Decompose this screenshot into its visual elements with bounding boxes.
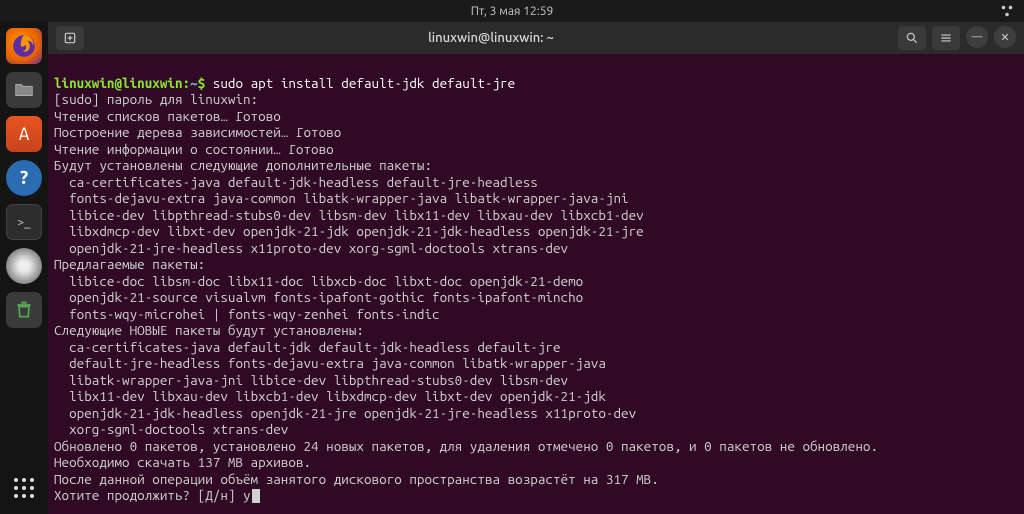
terminal-line: ca-certificates-java default-jdk default…: [54, 339, 1018, 356]
terminal-line: openjdk-21-jdk-headless openjdk-21-jre o…: [54, 405, 1018, 422]
terminal-line: fonts-dejavu-extra java-common libatk-wr…: [54, 190, 1018, 207]
terminal-line: libice-doc libsm-doc libx11-doc libxcb-d…: [54, 273, 1018, 290]
dock-terminal[interactable]: >_: [6, 204, 42, 240]
terminal-line: libice-dev libpthread-stubs0-dev libsm-d…: [54, 207, 1018, 224]
terminal-line: Чтение списков пакетов… Готово: [54, 108, 1018, 125]
firefox-icon: [11, 33, 37, 59]
search-button[interactable]: [898, 26, 926, 50]
terminal-window: linuxwin@linuxwin: ~ — ✕ linuxwin@linuxw…: [48, 22, 1024, 514]
hamburger-icon: [939, 31, 953, 45]
dock-apps-grid[interactable]: [6, 470, 42, 506]
menu-button[interactable]: [932, 26, 960, 50]
window-titlebar[interactable]: linuxwin@linuxwin: ~ — ✕: [48, 22, 1024, 54]
minimize-button[interactable]: —: [966, 26, 988, 48]
terminal-line: xorg-sgml-doctools xtrans-dev: [54, 421, 1018, 438]
terminal-output[interactable]: linuxwin@linuxwin:~$ sudo apt install de…: [48, 54, 1024, 514]
terminal-line: Обновлено 0 пакетов, установлено 24 новы…: [54, 438, 1018, 455]
bag-icon: A: [19, 124, 29, 144]
terminal-line: Предлагаемые пакеты:: [54, 256, 1018, 273]
close-icon: ✕: [1000, 31, 1009, 44]
prompt-path: ~: [190, 75, 198, 91]
terminal-line: Будут установлены следующие дополнительн…: [54, 157, 1018, 174]
system-topbar: Пт, 3 мая 12:59: [0, 0, 1024, 22]
apps-grid-icon: [12, 476, 36, 500]
terminal-line: fonts-wqy-microhei | fonts-wqy-zenhei fo…: [54, 306, 1018, 323]
system-tray[interactable]: [1000, 4, 1014, 18]
clock[interactable]: Пт, 3 мая 12:59: [471, 5, 553, 18]
new-tab-button[interactable]: [56, 26, 84, 50]
window-title: linuxwin@linuxwin: ~: [92, 31, 890, 45]
prompt-user: linuxwin@linuxwin: [54, 75, 183, 91]
terminal-line: openjdk-21-source visualvm fonts-ipafont…: [54, 289, 1018, 306]
search-icon: [905, 31, 919, 45]
terminal-line: Необходимо скачать 137 MB архивов.: [54, 454, 1018, 471]
terminal-line: libx11-dev libxau-dev libxcb1-dev libxdm…: [54, 388, 1018, 405]
dock-trash[interactable]: [6, 292, 42, 328]
minimize-icon: —: [972, 31, 983, 43]
folder-icon: [13, 79, 35, 101]
terminal-line: Следующие НОВЫЕ пакеты будут установлены…: [54, 322, 1018, 339]
terminal-line: [sudo] пароль для linuxwin:: [54, 91, 1018, 108]
dock: A ? >_: [0, 22, 48, 514]
terminal-line: Построение дерева зависимостей… Готово: [54, 124, 1018, 141]
dock-files[interactable]: [6, 72, 42, 108]
typed-command: sudo apt install default-jdk default-jre: [213, 75, 515, 91]
terminal-line: libxdmcp-dev libxt-dev openjdk-21-jdk op…: [54, 223, 1018, 240]
cursor: [252, 489, 260, 503]
terminal-line: После данной операции объём занятого дис…: [54, 471, 1018, 488]
new-tab-icon: [63, 31, 77, 45]
terminal-line: ca-certificates-java default-jdk-headles…: [54, 174, 1018, 191]
help-icon: ?: [19, 168, 29, 188]
dock-software-center[interactable]: A: [6, 116, 42, 152]
terminal-line: Хотите продолжить? [Д/н] y: [54, 487, 1018, 504]
terminal-line: openjdk-21-jre-headless x11proto-dev xor…: [54, 240, 1018, 257]
tray-icon: [1000, 4, 1014, 18]
terminal-line: libatk-wrapper-java-jni libice-dev libpt…: [54, 372, 1018, 389]
close-button[interactable]: ✕: [994, 26, 1016, 48]
terminal-line: Чтение информации о состоянии… Готово: [54, 141, 1018, 158]
dock-firefox[interactable]: [6, 28, 42, 64]
terminal-line: default-jre-headless fonts-dejavu-extra …: [54, 355, 1018, 372]
dock-disc[interactable]: [6, 248, 42, 284]
terminal-icon: >_: [17, 216, 30, 229]
dock-help[interactable]: ?: [6, 160, 42, 196]
trash-icon: [14, 300, 34, 320]
